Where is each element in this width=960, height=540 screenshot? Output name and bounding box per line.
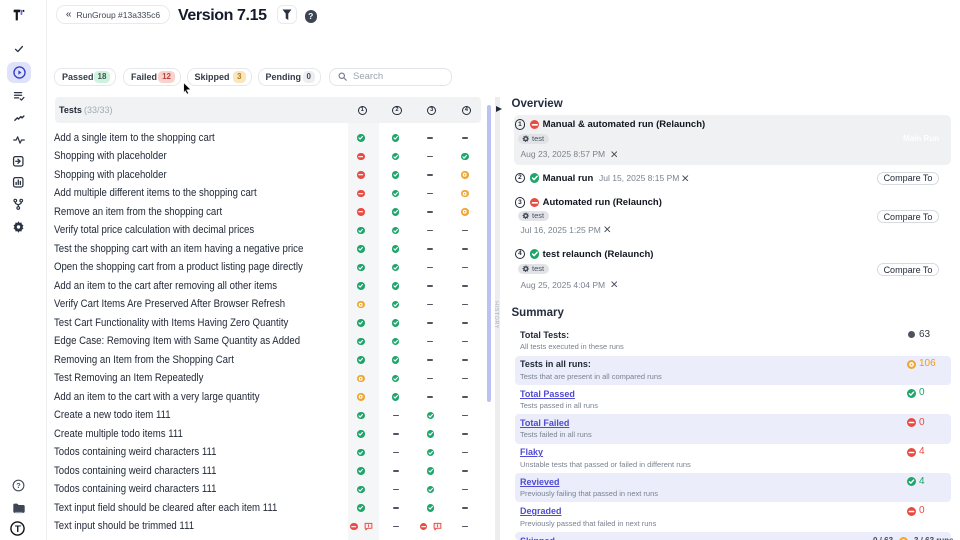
svg-text:T: T xyxy=(15,524,21,534)
svg-text:?: ? xyxy=(17,481,22,490)
